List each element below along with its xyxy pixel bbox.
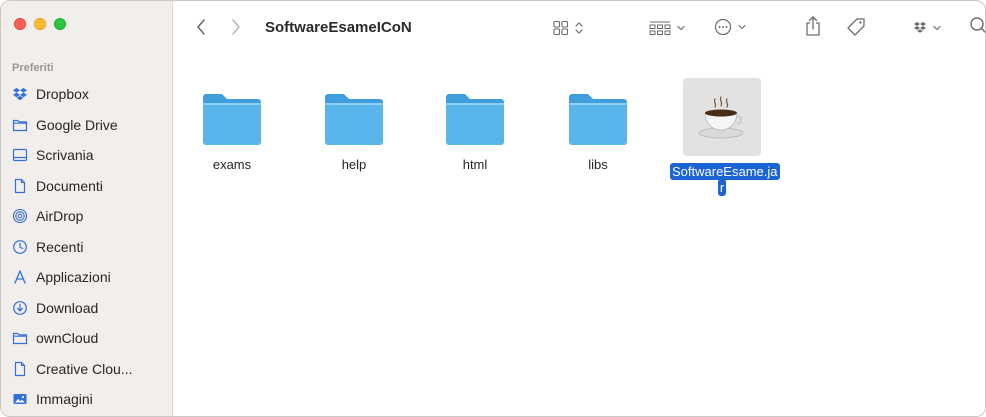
sidebar: Preferiti Dropbox Google Drive Scrivania	[1, 1, 173, 416]
action-menu-button[interactable]	[713, 17, 753, 37]
dropbox-icon	[914, 22, 941, 33]
forward-button[interactable]	[228, 17, 244, 37]
file-name: html	[462, 157, 488, 172]
file-name-selected: SoftwareEsame.ja r	[670, 163, 780, 196]
sidebar-item-label: Recenti	[36, 238, 84, 255]
file-name-line: r	[717, 179, 727, 196]
sidebar-item-dropbox[interactable]: Dropbox	[1, 79, 173, 110]
group-grid-icon	[649, 21, 685, 35]
sidebar-item-owncloud[interactable]: ownCloud	[1, 323, 173, 354]
file-item-libs[interactable]: libs	[548, 91, 648, 172]
share-icon	[806, 16, 820, 36]
sidebar-item-documenti[interactable]: Documenti	[1, 171, 173, 202]
sidebar-item-label: ownCloud	[36, 330, 99, 347]
sidebar-item-label: AirDrop	[36, 208, 84, 225]
window-controls	[14, 18, 66, 30]
window-title: SoftwareEsameICoN	[265, 19, 412, 36]
jar-thumbnail	[683, 78, 761, 156]
folder-icon	[11, 330, 28, 347]
folder-icon	[325, 94, 383, 145]
sidebar-item-label: Applicazioni	[36, 269, 111, 286]
document-icon	[11, 360, 28, 377]
dropbox-icon	[11, 86, 28, 103]
sidebar-item-label: Google Drive	[36, 116, 118, 133]
coffee-cup-icon	[698, 96, 744, 139]
applications-icon	[11, 269, 28, 286]
sidebar-item-download[interactable]: Download	[1, 293, 173, 324]
sidebar-item-label: Dropbox	[36, 86, 89, 103]
file-name: libs	[588, 157, 608, 172]
grid-view-icon	[553, 20, 583, 36]
back-button[interactable]	[193, 17, 209, 37]
close-window-button[interactable]	[14, 18, 26, 30]
photos-icon	[11, 391, 28, 408]
sidebar-item-airdrop[interactable]: AirDrop	[1, 201, 173, 232]
sidebar-item-immagini[interactable]: Immagini	[1, 384, 173, 415]
toolbar: SoftwareEsameICoN	[173, 1, 985, 53]
sidebar-item-recenti[interactable]: Recenti	[1, 232, 173, 263]
airdrop-icon	[11, 208, 28, 225]
file-item-softwareesame-jar[interactable]: SoftwareEsame.ja r	[670, 78, 780, 196]
chevron-right-icon	[232, 19, 240, 35]
file-name: exams	[212, 157, 252, 172]
clock-icon	[11, 238, 28, 255]
search-icon	[970, 17, 985, 34]
folder-icon	[569, 94, 627, 145]
sidebar-item-label: Creative Clou...	[36, 360, 133, 377]
document-icon	[11, 177, 28, 194]
chevron-left-icon	[197, 19, 205, 35]
file-name: help	[341, 157, 367, 172]
folder-icon	[11, 116, 28, 133]
share-button[interactable]	[803, 14, 823, 38]
file-name-line: SoftwareEsame.ja	[670, 163, 780, 180]
minimize-window-button[interactable]	[34, 18, 46, 30]
file-grid: exams help html libs SoftwareEsame.ja r	[173, 53, 985, 416]
download-icon	[11, 299, 28, 316]
folder-icon	[446, 94, 504, 145]
sidebar-item-label: Download	[36, 299, 99, 316]
sidebar-section-title: Preferiti	[12, 62, 54, 74]
sidebar-item-creative-cloud[interactable]: Creative Clou...	[1, 354, 173, 385]
dropbox-menu-button[interactable]	[913, 19, 949, 37]
sidebar-item-label: Documenti	[36, 177, 103, 194]
desktop-icon	[11, 147, 28, 164]
ellipsis-circle-icon	[714, 18, 746, 36]
tag-icon	[847, 18, 865, 36]
finder-window: Preferiti Dropbox Google Drive Scrivania	[0, 0, 986, 417]
sidebar-item-google-drive[interactable]: Google Drive	[1, 110, 173, 141]
group-button[interactable]	[649, 19, 689, 37]
sidebar-item-applicazioni[interactable]: Applicazioni	[1, 262, 173, 293]
maximize-window-button[interactable]	[54, 18, 66, 30]
sidebar-item-scrivania[interactable]: Scrivania	[1, 140, 173, 171]
folder-icon	[203, 94, 261, 145]
file-item-exams[interactable]: exams	[182, 91, 282, 172]
sidebar-list: Dropbox Google Drive Scrivania Documenti	[1, 79, 173, 415]
sidebar-item-label: Immagini	[36, 391, 93, 408]
file-item-help[interactable]: help	[304, 91, 404, 172]
tag-button[interactable]	[845, 16, 867, 38]
sidebar-item-label: Scrivania	[36, 147, 94, 164]
view-mode-button[interactable]	[553, 19, 587, 37]
search-button[interactable]	[969, 16, 985, 36]
file-item-html[interactable]: html	[425, 91, 525, 172]
